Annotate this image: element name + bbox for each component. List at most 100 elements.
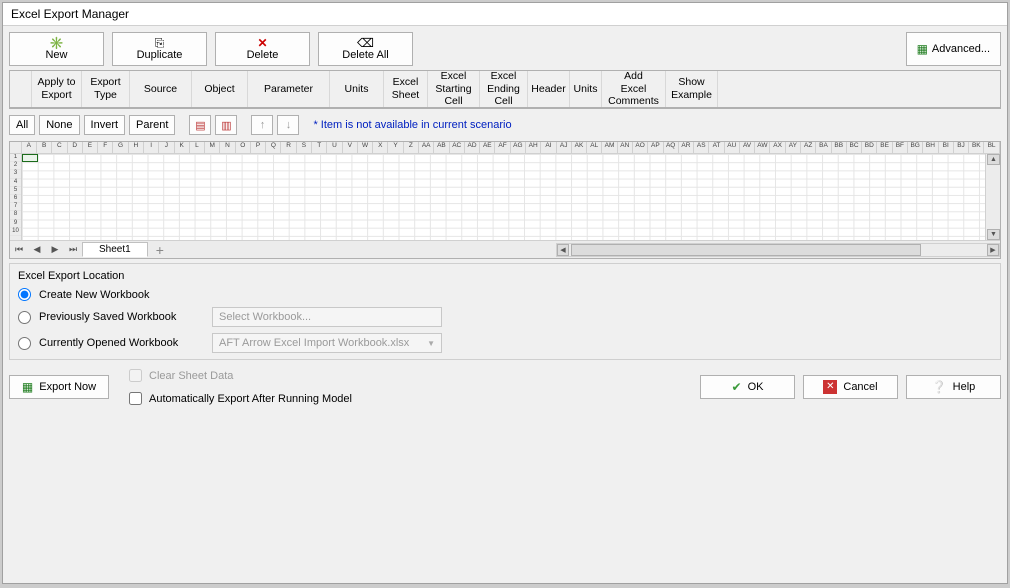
export-grid-body[interactable] [9, 108, 1001, 109]
sheet-col-head[interactable]: D [68, 142, 83, 153]
sheet-cells[interactable] [22, 154, 985, 240]
sheet-corner[interactable] [10, 142, 22, 153]
sheet-col-head[interactable]: F [98, 142, 113, 153]
sheet-col-head[interactable]: BK [969, 142, 984, 153]
column-header[interactable]: Apply to Export [32, 71, 82, 107]
sheet-col-head[interactable]: H [129, 142, 144, 153]
sheet-col-head[interactable]: AF [495, 142, 510, 153]
cancel-button[interactable]: ✕ Cancel [803, 375, 898, 399]
sheet-col-head[interactable]: B [37, 142, 52, 153]
sheet-col-head[interactable]: BC [847, 142, 862, 153]
auto-export-checkbox[interactable]: Automatically Export After Running Model [125, 389, 352, 408]
tab-nav-last[interactable]: ⏭ [64, 242, 82, 258]
sheet-col-head[interactable]: BH [923, 142, 938, 153]
sheet-col-head[interactable]: AH [526, 142, 541, 153]
scroll-down-arrow[interactable]: ▼ [987, 229, 1000, 240]
sheet-col-head[interactable]: C [52, 142, 67, 153]
radio-current-input[interactable] [18, 337, 31, 350]
column-header[interactable]: Export Type [82, 71, 130, 107]
sheet-vscroll[interactable]: ▲ ▼ [985, 154, 1000, 240]
column-header[interactable]: Header [528, 71, 570, 107]
advanced-button[interactable]: ▦ Advanced... [906, 32, 1001, 66]
export-now-button[interactable]: ▦ Export Now [9, 375, 109, 399]
sheet-col-head[interactable]: N [220, 142, 235, 153]
add-sheet-button[interactable]: + [148, 243, 172, 257]
sheet-col-head[interactable]: AL [587, 142, 602, 153]
sheet-col-head[interactable]: AK [572, 142, 587, 153]
sheet-col-head[interactable]: P [251, 142, 266, 153]
sheet-col-head[interactable]: AN [618, 142, 633, 153]
sheet-col-head[interactable]: M [205, 142, 220, 153]
column-header[interactable]: Excel Starting Cell [428, 71, 480, 107]
sheet-col-head[interactable]: W [358, 142, 373, 153]
sheet-row-head[interactable]: 1 [10, 154, 21, 162]
move-down-button[interactable]: ↓ [277, 115, 299, 135]
sheet-row-head[interactable]: 3 [10, 170, 21, 178]
column-header[interactable]: Add Excel Comments [602, 71, 666, 107]
sheet-col-head[interactable]: G [113, 142, 128, 153]
select-invert-button[interactable]: Invert [84, 115, 126, 135]
sheet-col-head[interactable]: AI [541, 142, 556, 153]
radio-current[interactable]: Currently Opened Workbook AFT Arrow Exce… [18, 333, 992, 353]
sheet-row-head[interactable]: 7 [10, 203, 21, 211]
radio-create-input[interactable] [18, 288, 31, 301]
sheet-col-head[interactable]: AW [755, 142, 770, 153]
sheet-col-head[interactable]: BA [816, 142, 831, 153]
new-button[interactable]: ✳️ New [9, 32, 104, 66]
sheet-col-head[interactable]: Z [404, 142, 419, 153]
sheet-col-head[interactable]: AJ [557, 142, 572, 153]
select-parent-button[interactable]: Parent [129, 115, 175, 135]
sheet-col-head[interactable]: X [373, 142, 388, 153]
sheet-hscroll[interactable]: ◀ ▶ [556, 243, 1000, 257]
sheet-col-head[interactable]: Y [388, 142, 403, 153]
help-button[interactable]: ❔ Help [906, 375, 1001, 399]
view-mode2-button[interactable]: ▥ [215, 115, 237, 135]
sheet-col-head[interactable]: AV [740, 142, 755, 153]
sheet-col-head[interactable]: AB [434, 142, 449, 153]
sheet-col-head[interactable]: AT [709, 142, 724, 153]
radio-previous-input[interactable] [18, 311, 31, 324]
sheet-col-head[interactable]: AX [770, 142, 785, 153]
sheet-col-head[interactable]: K [175, 142, 190, 153]
sheet-col-head[interactable]: R [281, 142, 296, 153]
sheet-row-head[interactable]: 2 [10, 162, 21, 170]
move-up-button[interactable]: ↑ [251, 115, 273, 135]
column-header[interactable]: Source [130, 71, 192, 107]
sheet-col-head[interactable]: V [343, 142, 358, 153]
sheet-col-head[interactable]: S [297, 142, 312, 153]
scroll-up-arrow[interactable]: ▲ [987, 154, 1000, 165]
sheet-col-head[interactable]: AM [602, 142, 617, 153]
auto-export-input[interactable] [129, 392, 142, 405]
radio-create-new[interactable]: Create New Workbook [18, 288, 992, 301]
column-header[interactable]: Units [570, 71, 602, 107]
select-all-button[interactable]: All [9, 115, 35, 135]
sheet-col-head[interactable]: I [144, 142, 159, 153]
sheet-col-head[interactable]: T [312, 142, 327, 153]
sheet-col-head[interactable]: BJ [954, 142, 969, 153]
sheet-col-head[interactable]: BB [832, 142, 847, 153]
duplicate-button[interactable]: ⎘ Duplicate [112, 32, 207, 66]
sheet-col-head[interactable]: AQ [664, 142, 679, 153]
sheet-col-head[interactable]: AC [450, 142, 465, 153]
sheet-col-head[interactable]: A [22, 142, 37, 153]
delete-button[interactable]: ✕ Delete [215, 32, 310, 66]
column-header[interactable]: Excel Sheet [384, 71, 428, 107]
sheet-col-head[interactable]: BE [877, 142, 892, 153]
sheet-col-head[interactable]: AA [419, 142, 434, 153]
sheet-col-head[interactable]: AE [480, 142, 495, 153]
tab-nav-first[interactable]: ⏮ [10, 242, 28, 258]
column-header[interactable]: Excel Ending Cell [480, 71, 528, 107]
sheet-col-head[interactable]: Q [266, 142, 281, 153]
select-none-button[interactable]: None [39, 115, 79, 135]
sheet-col-head[interactable]: BL [984, 142, 999, 153]
sheet-col-head[interactable]: BG [908, 142, 923, 153]
sheet-row-head[interactable]: 9 [10, 220, 21, 228]
scroll-right-arrow[interactable]: ▶ [987, 244, 999, 256]
sheet-row-head[interactable]: 5 [10, 187, 21, 195]
delete-all-button[interactable]: ⌫ Delete All [318, 32, 413, 66]
column-header[interactable]: Parameter [248, 71, 330, 107]
sheet-col-head[interactable]: AP [648, 142, 663, 153]
sheet-col-head[interactable]: U [327, 142, 342, 153]
column-header[interactable]: Object [192, 71, 248, 107]
sheet-col-head[interactable]: J [159, 142, 174, 153]
